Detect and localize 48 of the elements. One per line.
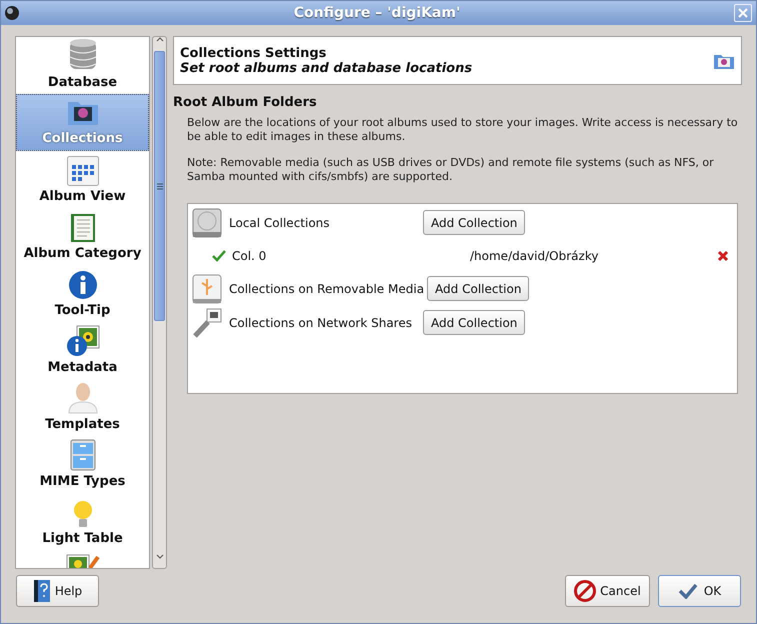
scroll-down-icon bbox=[156, 554, 164, 559]
cabinet-icon bbox=[70, 439, 96, 471]
collection-path: /home/david/Obrázky bbox=[470, 248, 600, 264]
usb-drive-icon bbox=[192, 274, 222, 304]
add-collection-button[interactable]: Add Collection bbox=[423, 310, 526, 335]
add-collection-button[interactable]: Add Collection bbox=[427, 276, 530, 301]
add-collection-button[interactable]: Add Collection bbox=[423, 210, 526, 235]
grip-icon bbox=[156, 182, 162, 190]
section-title: Root Album Folders bbox=[173, 94, 318, 112]
photo-info-icon bbox=[66, 325, 100, 357]
person-icon bbox=[68, 382, 98, 414]
header-subtitle: Set root albums and database locations bbox=[180, 60, 474, 76]
remove-button[interactable] bbox=[717, 250, 729, 262]
close-icon bbox=[738, 8, 748, 18]
light-bulb-icon bbox=[72, 500, 94, 528]
scrollbar[interactable] bbox=[152, 36, 167, 569]
help-button[interactable]: Help bbox=[16, 575, 99, 607]
info-icon bbox=[68, 270, 98, 300]
help-book-icon bbox=[32, 579, 51, 603]
app-icon bbox=[4, 5, 20, 21]
notebook-icon bbox=[70, 213, 96, 243]
sidebar-item[interactable]: Database bbox=[16, 37, 149, 94]
sidebar-item[interactable]: Light Table bbox=[16, 493, 149, 550]
note-text: Note: Removable media (such as USB drives or DVDs) and remote file systems (such as NFS, or Samba mounted with cifs/smbfs) are supported. bbox=[186, 156, 715, 184]
cancel-button[interactable]: Cancel bbox=[565, 575, 650, 607]
category-label: Collections on Network Shares bbox=[228, 314, 413, 332]
sidebar-item[interactable]: Album View bbox=[16, 151, 149, 208]
scroll-up-icon bbox=[156, 37, 164, 42]
check-icon bbox=[678, 583, 698, 599]
sidebar-item[interactable]: Metadata bbox=[16, 322, 149, 379]
header-title: Collections Settings bbox=[180, 46, 328, 60]
sidebar-item[interactable]: Templates bbox=[16, 379, 149, 436]
window-title: Configure – 'digiKam' bbox=[292, 4, 462, 22]
sidebar-item[interactable]: MIME Types bbox=[16, 436, 149, 493]
category-label: Collections on Removable Media bbox=[228, 280, 424, 298]
sidebar-item[interactable]: Album Category bbox=[16, 208, 149, 265]
category-label: Local Collections bbox=[228, 214, 331, 232]
ok-button[interactable]: OK bbox=[658, 575, 741, 607]
close-button[interactable] bbox=[734, 4, 752, 22]
scroll-thumb[interactable] bbox=[154, 51, 165, 321]
cancel-icon bbox=[574, 580, 596, 602]
collection-name: Col. 0 bbox=[232, 248, 268, 264]
delete-icon bbox=[717, 250, 729, 262]
grid-view-icon bbox=[66, 156, 98, 186]
description-text: Below are the locations of your root albums used to store your images. Write access is necessary to be able to edit images in these albums. bbox=[186, 116, 739, 144]
network-cable-icon bbox=[192, 308, 222, 338]
check-icon bbox=[212, 250, 226, 262]
sidebar-item[interactable]: Tool-Tip bbox=[16, 265, 149, 322]
